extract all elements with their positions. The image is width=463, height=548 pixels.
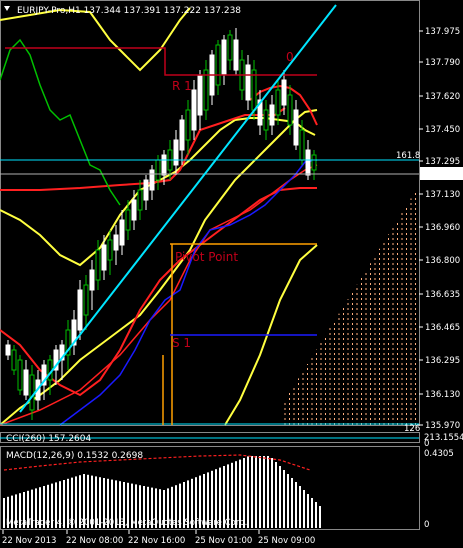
symbol-info: EURJPY-Pro,H1 137.344 137.391 137.222 13… [17,6,241,16]
band-red-upper [0,107,286,191]
candle-body [203,69,209,111]
candle-body [113,234,119,251]
candle-body [299,129,305,161]
r1-label: R 1 [172,79,192,93]
candle-body [11,349,17,371]
time-tick: 25 Nov 09:00 [258,536,315,546]
price-tick: 137.790 [425,58,460,68]
fib-1618-label: 161.8 [396,151,420,161]
candle-body [227,34,233,61]
candle-body [83,284,89,316]
candle-body [89,269,95,291]
candle-body [197,74,203,116]
candle-body [311,154,317,171]
price-tick: 136.960 [425,223,460,233]
price-tick: 136.800 [425,256,460,266]
candle-body [143,179,149,201]
pivot-label: Pivot Point [175,250,238,264]
current-price-text: 137.238 [424,170,459,180]
fib-126-label: 126 [404,424,420,434]
candle-body [137,189,143,211]
envelope-upper-2 [0,7,191,72]
candle-body [161,154,167,176]
time-tick: 22 Nov 08:00 [66,536,123,546]
candle-body [107,239,113,261]
price-tick: 136.295 [425,356,460,366]
candle-body [305,149,311,176]
cci-zero: 0 [424,439,429,449]
time-tick: 22 Nov 16:00 [128,536,185,546]
trend-line [19,4,337,413]
candle-body [173,139,179,166]
ichimoku-cloud [284,191,416,425]
candle-body [131,199,137,221]
copyright: MetaTrader 4, © 2001-2013, MetaQuotes So… [6,518,247,528]
candle-body [293,109,299,146]
candle-body [5,344,11,356]
envelope-upper [0,117,316,267]
candle-body [251,69,257,111]
marker-label: 0 [286,50,294,64]
red-trail [0,164,318,426]
candle-body [221,39,227,76]
candle-body [275,89,281,116]
candle-body [179,119,185,151]
candle-body [185,109,191,141]
r1-line [5,47,317,76]
price-tick: 136.635 [425,290,460,300]
price-tick: 137.975 [425,27,460,37]
s1-label: S 1 [172,336,191,350]
blue-line [59,159,318,426]
candle-body [281,79,287,106]
price-tick: 137.450 [425,125,460,135]
cci-label: CCI(260) 157.2604 [6,434,92,444]
dropdown-arrow-icon[interactable] [4,6,10,11]
time-tick: 25 Nov 01:00 [195,536,252,546]
candle-body [119,219,125,246]
time-tick: 22 Nov 2013 [2,536,56,546]
chart-window[interactable]: R 1 Pivot Point S 1 0 161.8 126 EURJPY-P… [0,0,463,548]
candle-body [233,39,239,71]
macd-label: MACD(12,26,9) 0.1532 0.2698 [6,451,143,461]
price-tick: 135.970 [425,421,460,431]
price-axis: 137.975 137.790 137.620 137.450 137.295 137.1… [419,27,460,431]
candle-body [191,89,197,131]
candle-body [77,289,83,331]
price-tick: 136.130 [425,390,460,400]
header: EURJPY-Pro,H1 137.344 137.391 137.222 13… [4,6,241,16]
candle-body [155,159,161,181]
price-tick: 137.620 [425,92,460,102]
macd-max: 0.4305 [424,449,454,459]
candle-body [287,94,293,126]
candle-body [101,244,107,271]
candlesticks [5,28,317,420]
price-tick: 137.130 [425,190,460,200]
candle-body [263,109,269,131]
candle-body [23,369,29,396]
cci-value: 213.1554 [424,433,463,443]
candle-body [245,64,251,101]
candle-body [17,359,23,391]
candle-body [125,209,131,231]
candle-body [95,249,101,281]
candle-body [149,169,155,191]
green-line [0,38,121,206]
candle-body [29,374,35,411]
price-tick: 136.465 [425,323,460,333]
candle-body [269,104,275,126]
price-tick: 137.295 [425,157,460,167]
candle-body [215,44,221,86]
macd-zero: 0 [424,520,429,530]
time-axis: 22 Nov 2013 22 Nov 08:00 22 Nov 16:00 25 No… [2,530,315,546]
